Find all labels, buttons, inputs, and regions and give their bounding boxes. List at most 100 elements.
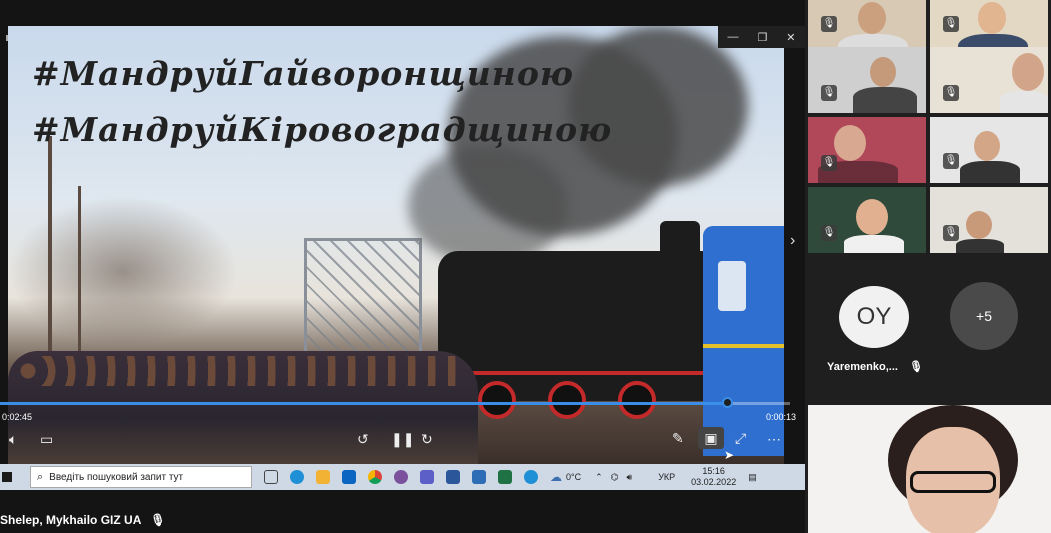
elapsed-time: 0:02:45: [2, 412, 33, 422]
presenter-name: Shelep, Mykhailo GIZ UA: [0, 513, 141, 527]
smoke-cloud: [408, 146, 568, 266]
volume-icon[interactable]: 🔈︎: [9, 431, 17, 448]
participant-head: [978, 2, 1006, 34]
edge-icon[interactable]: [290, 470, 304, 484]
window-controls: — ❐ ✕: [718, 26, 805, 48]
outlook-icon[interactable]: [342, 470, 356, 484]
participant-tile[interactable]: 🎙︎: [808, 47, 926, 113]
clock[interactable]: 15:16 03.02.2022: [691, 466, 736, 488]
participant-tile[interactable]: 🎙︎: [930, 117, 1048, 183]
participant-body: [956, 239, 1004, 253]
forward-30-icon[interactable]: ↻: [421, 431, 433, 448]
participant-head: [858, 2, 886, 34]
muted-mic-icon: 🎙︎: [943, 16, 959, 32]
word-icon[interactable]: [446, 470, 460, 484]
chrome-icon[interactable]: [368, 470, 382, 484]
shared-screen: #МандруйГайворонщиною #МандруйКіровоград…: [0, 0, 805, 533]
subtitles-icon[interactable]: ▭: [40, 431, 53, 448]
crowd-heads: [18, 356, 468, 386]
hashtag-line-2: #МандруйКіровоградщиною: [32, 110, 613, 149]
viber-icon[interactable]: [394, 470, 408, 484]
mouse-cursor-icon: ➤: [724, 448, 735, 462]
muted-mic-icon: 🎙︎: [821, 85, 837, 101]
language-indicator[interactable]: УКР: [658, 472, 675, 482]
close-button[interactable]: ✕: [786, 31, 795, 44]
participant-tile[interactable]: 🎙︎: [930, 187, 1048, 253]
participant-head: [974, 131, 1000, 161]
carriage-yellow-stripe: [703, 344, 784, 348]
seek-handle[interactable]: [722, 397, 733, 408]
notifications-icon[interactable]: ▤: [748, 472, 757, 483]
tree-canopy: [8, 196, 238, 346]
clock-date: 03.02.2022: [691, 477, 737, 487]
locomotive-chimney: [660, 221, 700, 266]
more-options-icon[interactable]: ⋯: [767, 431, 781, 448]
locomotive: [438, 251, 708, 401]
muted-mic-icon: 🎙︎: [821, 16, 837, 32]
task-view-icon[interactable]: [264, 470, 278, 484]
volume-tray-icon[interactable]: 🔊︎: [627, 472, 633, 483]
participant-tile[interactable]: 🎙︎: [930, 47, 1048, 113]
locomotive-wheel: [548, 381, 586, 419]
muted-mic-icon: 🎙︎: [943, 85, 959, 101]
excel-icon[interactable]: [498, 470, 512, 484]
participant-body: [853, 87, 917, 113]
participant-tile[interactable]: 🎙︎: [808, 187, 926, 253]
media-player-icon[interactable]: [472, 470, 486, 484]
weather-cloud-icon[interactable]: ☁: [550, 470, 562, 484]
self-video[interactable]: [808, 405, 1051, 533]
teams-icon[interactable]: [420, 470, 434, 484]
next-page-chevron-icon[interactable]: ›: [790, 232, 795, 250]
participant-head: [834, 125, 866, 161]
seek-bar-fill: [0, 402, 728, 405]
participant-name: Yaremenko,...: [827, 361, 898, 373]
start-button[interactable]: [2, 472, 12, 482]
participant-head: [870, 57, 896, 87]
remaining-time: 0:00:13: [766, 412, 797, 422]
participant-head: [1012, 53, 1044, 91]
participant-gallery: 🎙︎ 🎙︎ 🎙︎ 🎙︎ 🎙︎ 🎙︎ 🎙︎ 🎙︎ OY Yaremenko,...…: [805, 0, 1051, 533]
search-icon: ⌕: [37, 470, 44, 483]
locomotive-wheel: [618, 381, 656, 419]
participant-head: [966, 211, 992, 239]
presenter-name-label: Shelep, Mykhailo GIZ UA 🎙︎: [0, 513, 166, 527]
participant-initials-name: Yaremenko,... 🎙︎: [827, 360, 923, 373]
locomotive-red-trim: [468, 371, 708, 375]
minimize-button[interactable]: —: [727, 31, 738, 43]
search-placeholder: Введіть пошуковий запит тут: [49, 471, 184, 483]
help-icon[interactable]: [524, 470, 538, 484]
taskbar-search[interactable]: ⌕ Введіть пошуковий запит тут: [30, 466, 252, 488]
participant-head: [856, 199, 888, 235]
hashtag-line-1: #МандруйГайворонщиною: [32, 54, 574, 93]
video-frame[interactable]: #МандруйГайворонщиною #МандруйКіровоград…: [8, 26, 784, 464]
muted-mic-icon: 🎙︎: [821, 225, 837, 241]
participant-initials-avatar[interactable]: OY: [839, 286, 909, 348]
tray-chevron-icon[interactable]: ⌃: [595, 472, 603, 483]
clock-time: 15:16: [702, 466, 725, 476]
muted-mic-icon: 🎙︎: [150, 513, 166, 527]
steel-bridge: [304, 238, 422, 354]
smoke-cloud: [568, 26, 748, 186]
more-participants-button[interactable]: +5: [950, 282, 1018, 350]
rewind-10-icon[interactable]: ↺: [357, 431, 369, 448]
glasses-icon: [910, 471, 996, 493]
muted-mic-icon: 🎙︎: [909, 361, 923, 373]
file-explorer-icon[interactable]: [316, 470, 330, 484]
participant-body: [844, 235, 904, 253]
pause-button[interactable]: ❚❚: [391, 431, 414, 448]
restore-button[interactable]: ❐: [757, 31, 767, 44]
participant-body: [1000, 91, 1048, 113]
mini-view-icon[interactable]: ▣: [698, 427, 724, 449]
edit-pencil-icon[interactable]: ✎: [672, 430, 684, 447]
participant-body: [960, 161, 1020, 183]
locomotive-wheel: [478, 381, 516, 419]
fullscreen-icon[interactable]: ⤢: [735, 430, 746, 447]
participant-tile[interactable]: 🎙︎: [808, 117, 926, 183]
muted-mic-icon: 🎙︎: [821, 155, 837, 171]
muted-mic-icon: 🎙︎: [943, 153, 959, 169]
network-icon[interactable]: ⌬: [611, 472, 619, 483]
carriage-window: [718, 261, 746, 311]
muted-mic-icon: 🎙︎: [943, 225, 959, 241]
weather-temp[interactable]: 0°C: [566, 472, 581, 482]
system-tray: ☁ 0°C ⌃ ⌬ 🔊︎ УКР 15:16 03.02.2022 ▤: [550, 464, 805, 490]
